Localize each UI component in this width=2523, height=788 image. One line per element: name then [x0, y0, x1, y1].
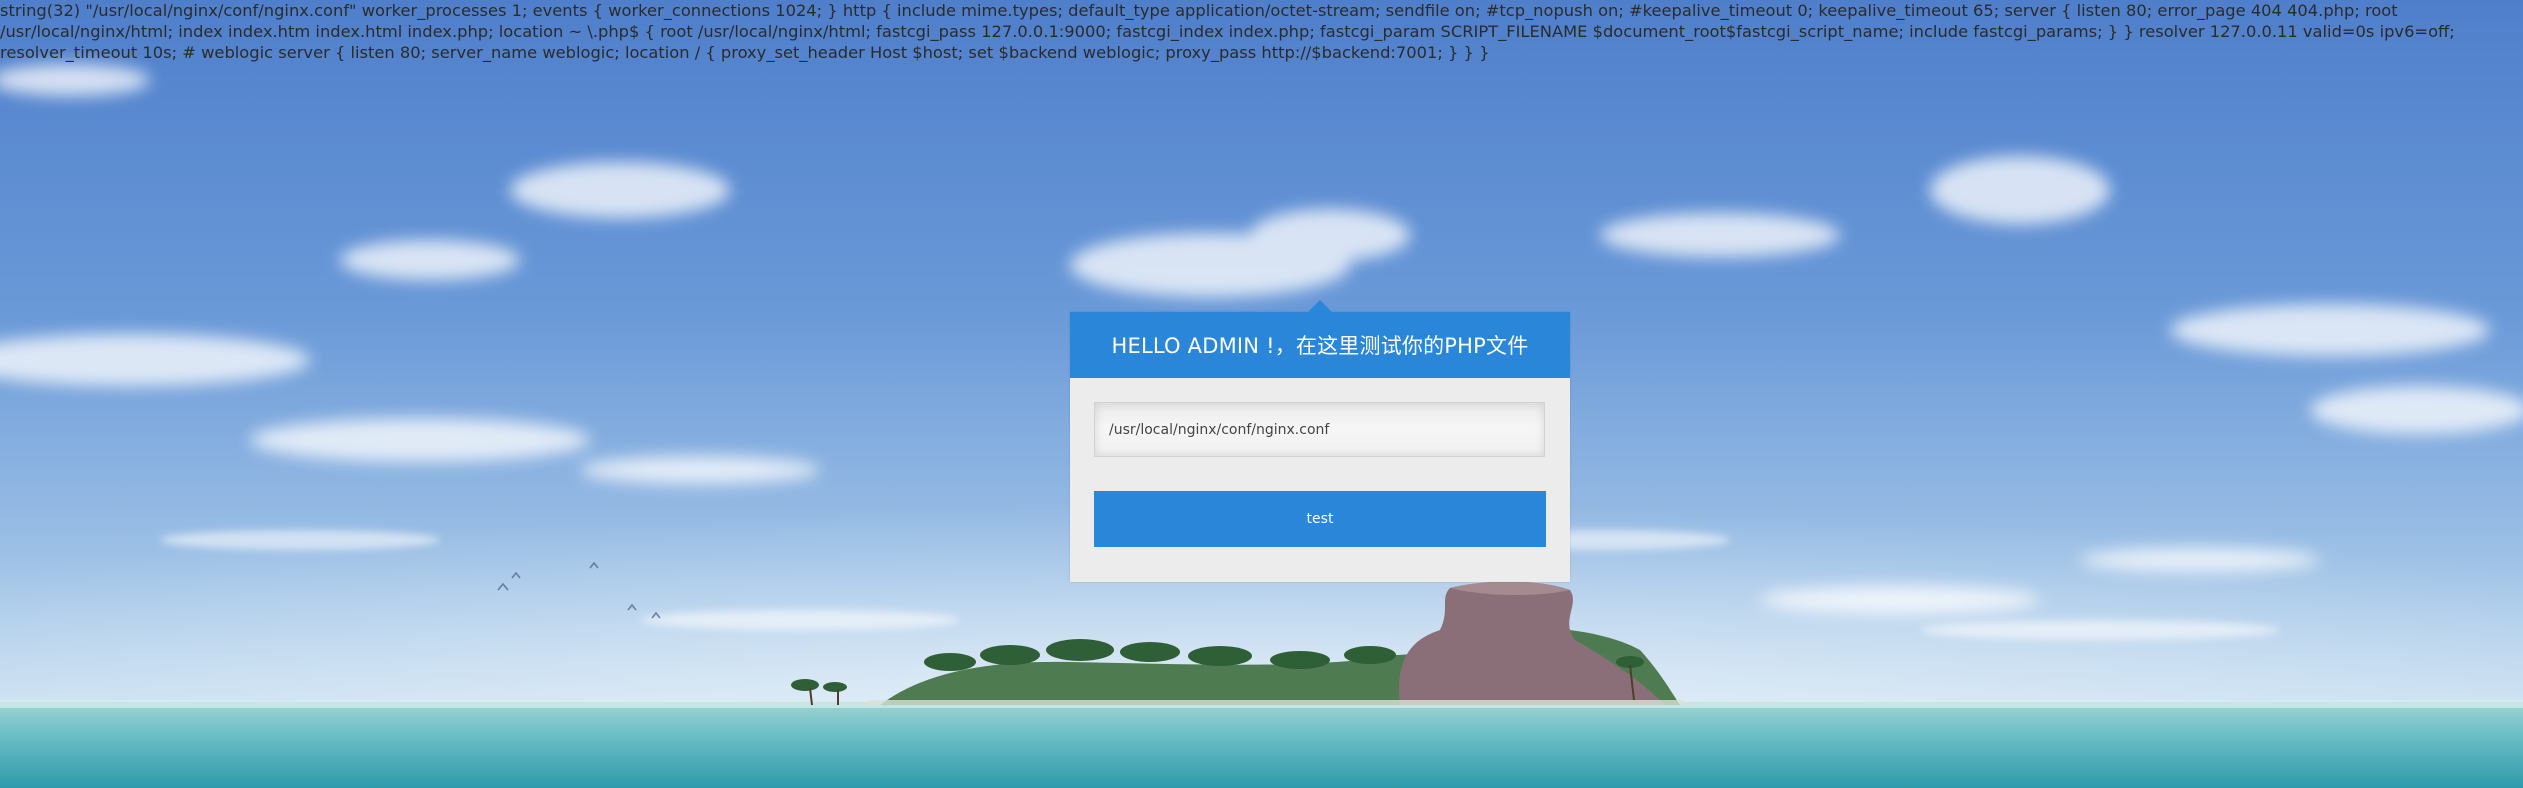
panel-title: HELLO ADMIN !，在这里测试你的PHP文件 — [1070, 300, 1570, 378]
file-test-panel: HELLO ADMIN !，在这里测试你的PHP文件 test — [1070, 300, 1570, 582]
file-path-input[interactable] — [1094, 402, 1545, 457]
debug-output-text: string(32) "/usr/local/nginx/conf/nginx.… — [0, 1, 2455, 62]
test-button[interactable]: test — [1094, 491, 1546, 547]
